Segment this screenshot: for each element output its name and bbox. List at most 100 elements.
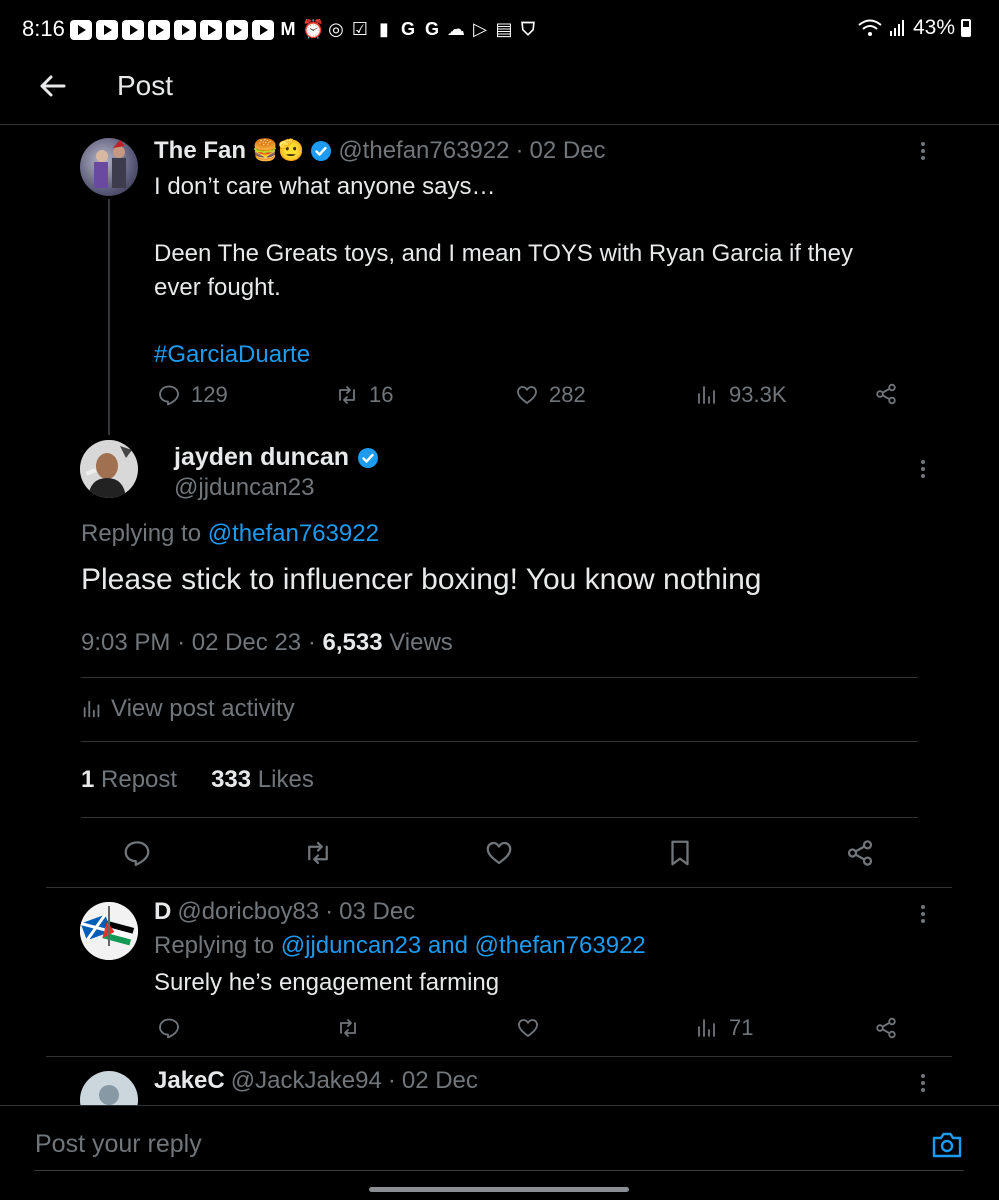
check-icon: ☑ (351, 19, 369, 39)
avatar[interactable] (80, 138, 138, 196)
views-button[interactable]: 71 (695, 1015, 753, 1041)
shield-icon: ⛉ (521, 19, 535, 39)
mention-link[interactable]: @thefan763922 (208, 520, 379, 547)
like-button[interactable]: 282 (515, 382, 586, 408)
name-emoji: 🍔🫡 (252, 139, 305, 162)
repost-button[interactable]: 16 (335, 382, 393, 408)
reply-tweet[interactable]: D @doricboy83 · 03 Dec Replying to @jjdu… (0, 888, 999, 1056)
engagement-stats: 1 Repost 333 Likes (81, 766, 314, 794)
tweet-text-line: I don’t care what anyone says… (154, 173, 496, 200)
youtube-icon (70, 19, 92, 40)
repost-icon (339, 386, 355, 404)
google-icon: G (424, 19, 439, 39)
share-icon (876, 383, 896, 405)
tweet-text-line: ever fought. (154, 274, 281, 301)
avatar[interactable] (80, 902, 138, 960)
avatar[interactable] (80, 1071, 138, 1105)
reply-button[interactable]: 129 (157, 382, 228, 408)
views-count: 6,533 (322, 629, 383, 656)
repost-icon[interactable] (336, 1016, 360, 1040)
post-date[interactable]: 03 Dec (339, 898, 415, 926)
hashtag-link[interactable]: #GarciaDuarte (154, 338, 934, 372)
repost-icon[interactable] (303, 838, 333, 868)
alarm-icon: ⏰ (302, 19, 325, 39)
repost-count: 1 (81, 766, 95, 793)
more-options-icon[interactable] (918, 457, 928, 481)
sync-icon: ◎ (328, 19, 344, 39)
heart-icon[interactable] (516, 1016, 540, 1040)
share-icon[interactable] (845, 838, 875, 868)
author-name[interactable]: D (154, 898, 171, 926)
notification-icons: M ⏰ ◎ ☑ ▮ G G ☁ ▷ ▤ ⛉ (70, 19, 538, 40)
more-options-icon[interactable] (918, 902, 928, 926)
gesture-navigation-bar[interactable] (369, 1187, 629, 1192)
heart-icon[interactable] (484, 838, 514, 868)
more-options-icon[interactable] (918, 139, 928, 163)
view-post-activity[interactable]: View post activity (81, 695, 295, 723)
youtube-icon (148, 19, 170, 40)
youtube-icon (226, 19, 248, 40)
calendar-icon: ▤ (495, 19, 513, 39)
author-handle[interactable]: @thefan763922 (338, 137, 509, 165)
google-icon: G (400, 19, 415, 39)
divider (81, 741, 918, 742)
post-date: 02 Dec 23 (191, 629, 302, 656)
likes-stat[interactable]: 333 Likes (211, 766, 314, 794)
share-button[interactable] (874, 382, 898, 406)
signal-icon (889, 20, 904, 36)
author-name[interactable]: jayden duncan (174, 443, 349, 472)
back-arrow-icon[interactable] (36, 70, 68, 102)
youtube-icon (174, 19, 196, 40)
play-store-icon: ▷ (473, 19, 487, 39)
share-icon[interactable] (874, 1016, 898, 1040)
page-title: Post (117, 70, 174, 101)
avatar[interactable] (80, 440, 138, 498)
post-date[interactable]: 02 Dec (530, 137, 606, 165)
replying-prefix: Replying to (154, 932, 275, 959)
reply-input-underline (34, 1170, 964, 1171)
sd-card-icon: ▮ (379, 19, 389, 39)
youtube-icon (200, 19, 222, 40)
tweet-text: I don’t care what anyone says… Deen The … (154, 170, 934, 372)
youtube-icon (96, 19, 118, 40)
status-time: 8:16 (22, 16, 65, 41)
repost-stat[interactable]: 1 Repost (81, 766, 177, 794)
battery-icon (961, 19, 971, 37)
author-handle[interactable]: @JackJake94 (231, 1067, 382, 1095)
verified-badge-icon (311, 141, 332, 161)
likes-count: 333 (211, 766, 252, 793)
view-post-activity-label: View post activity (111, 695, 295, 722)
tweet-text: Please stick to influencer boxing! You k… (81, 563, 762, 596)
gmail-icon: M (280, 19, 296, 39)
heart-icon (517, 386, 537, 404)
views-count: 71 (729, 1015, 754, 1040)
tweet-text: Surely he’s engagement farming (154, 969, 500, 996)
views-button[interactable]: 93.3K (695, 382, 787, 408)
status-right: 43% (857, 16, 971, 40)
camera-icon[interactable] (931, 1130, 963, 1160)
parent-tweet[interactable]: The Fan 🍔🫡 @thefan763922 · 02 Dec I don’… (0, 125, 999, 435)
author-handle[interactable]: @doricboy83 (177, 898, 319, 926)
status-bar: 8:16 M ⏰ ◎ ☑ ▮ G G ☁ ▷ ▤ ⛉ 43% (0, 0, 999, 60)
replying-to: Replying to @jjduncan23 and @thefan76392… (154, 932, 646, 960)
divider (81, 817, 918, 818)
author-name[interactable]: The Fan (154, 137, 246, 165)
post-timestamp: 9:03 PM · 02 Dec 23 · 6,533 Views (81, 629, 453, 656)
cloud-icon: ☁ (447, 19, 465, 39)
author-handle[interactable]: @jjduncan23 (174, 474, 314, 502)
youtube-icon (252, 19, 274, 40)
author-name[interactable]: JakeC (154, 1067, 225, 1095)
mention-link[interactable]: @jjduncan23 and @thefan763922 (281, 932, 646, 959)
reply-icon[interactable] (157, 1016, 181, 1040)
reply-count: 129 (191, 382, 228, 407)
verified-badge-icon (358, 447, 379, 468)
views-bar-chart-icon (698, 1019, 715, 1037)
bookmark-icon[interactable] (665, 838, 695, 868)
more-options-icon[interactable] (918, 1071, 928, 1095)
reply-icon[interactable] (122, 838, 152, 868)
wifi-icon (858, 19, 882, 36)
post-date[interactable]: 02 Dec (402, 1067, 478, 1095)
reply-tweet[interactable]: JakeC @JackJake94 · 02 Dec (0, 1057, 999, 1105)
repost-count: 16 (369, 382, 394, 407)
reply-input[interactable]: Post your reply (35, 1130, 202, 1159)
